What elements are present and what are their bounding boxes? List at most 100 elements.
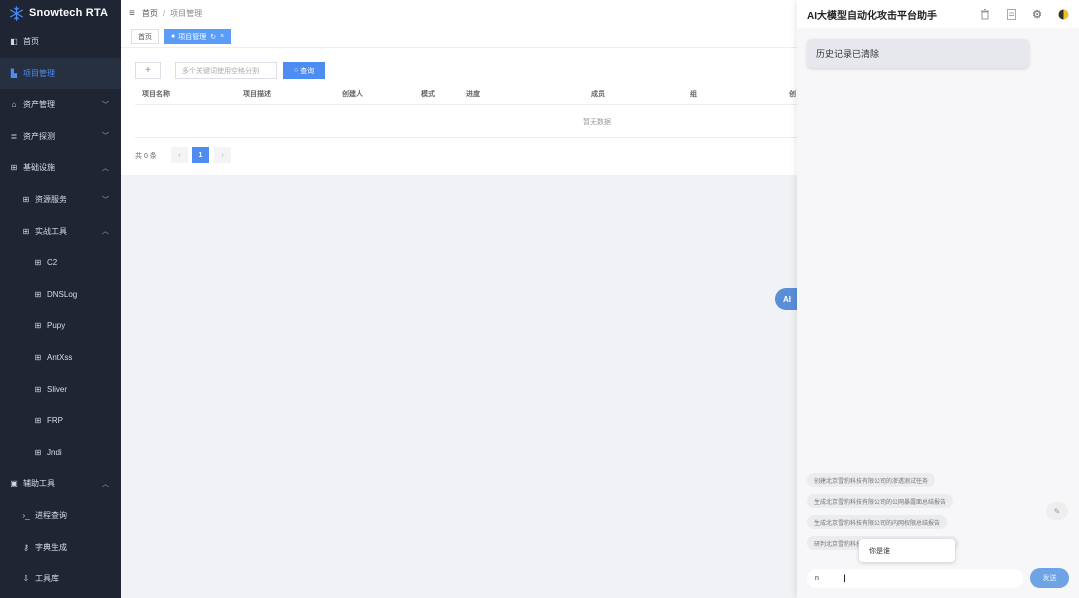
pagination-prev-button[interactable]: ‹ <box>171 147 188 163</box>
suggestion-chip[interactable]: 生成北京雪豹科技有限公司的内网权限总结报告 <box>807 515 948 529</box>
breadcrumb-home[interactable]: 首页 <box>142 8 158 19</box>
sidebar-item[interactable]: ⇩ 工具库 <box>0 563 121 594</box>
sidebar-item-label: DNSLog <box>47 289 78 299</box>
grid-icon: ⊞ <box>34 289 42 299</box>
table-header-divider <box>135 104 797 105</box>
sidebar-item[interactable]: ⊞ 资源服务 ﹀ <box>0 184 121 215</box>
sidebar-item-label: C2 <box>47 258 58 268</box>
sidebar-item-label: 基础设施 <box>23 163 55 173</box>
add-project-button[interactable]: + <box>135 62 161 79</box>
pagination-page-1[interactable]: 1 <box>192 147 209 163</box>
bank-icon: ⌂ <box>11 100 17 110</box>
grid-icon: ⊞ <box>34 321 42 331</box>
sidebar-item-label: Pupy <box>47 321 66 331</box>
brand[interactable]: Snowtech RTA <box>0 0 121 26</box>
grid-icon: ⊞ <box>34 416 42 426</box>
query-button[interactable]: ○ 查询 <box>283 62 325 79</box>
gear-icon[interactable]: ⚙ <box>1031 8 1043 21</box>
sidebar-item[interactable]: ⊞ Jndi <box>0 437 121 468</box>
sidebar-item[interactable]: ⊞ FRP <box>0 405 121 436</box>
breadcrumb-separator: / <box>162 8 166 18</box>
chevron-up-icon: ︿ <box>102 480 109 488</box>
sidebar-item-label: Sliver <box>47 384 68 394</box>
search-input[interactable]: 多个关键词使用空格分割 <box>175 62 277 79</box>
chat-input[interactable]: n I <box>807 569 1023 588</box>
sidebar-item-label: 资产管理 <box>23 100 55 110</box>
sidebar-item[interactable]: ⌂ 资产管理 ﹀ <box>0 89 121 120</box>
chevron-down-icon: ﹀ <box>102 101 109 109</box>
tab-project-management[interactable]: ● 项目管理 ↻ × <box>164 29 232 44</box>
chat-input-value: n <box>815 575 819 582</box>
grid-icon: ⊞ <box>34 353 42 362</box>
grid-icon: ⊞ <box>22 226 30 236</box>
sidebar-item[interactable]: ≣ 资产探测 ﹀ <box>0 121 121 152</box>
sidebar-item[interactable]: ⊞ 基础设施 ︿ <box>0 152 121 183</box>
column-header-creator: 创建人 <box>342 91 363 98</box>
sidebar-item-label: 首页 <box>23 37 39 46</box>
theme-toggle-icon[interactable] <box>1057 8 1069 20</box>
column-header-created: 创 <box>789 91 796 98</box>
tab-home-label: 首页 <box>138 33 152 41</box>
chevron-down-icon: ﹀ <box>102 133 109 141</box>
sidebar-item[interactable]: ⊞ Sliver <box>0 374 121 405</box>
text-cursor-icon: I <box>843 572 847 585</box>
sidebar-item-label: FRP <box>47 416 63 426</box>
tab-home[interactable]: 首页 <box>131 29 159 44</box>
sidebar: Snowtech RTA ◧ 首页 ▙ 项目管理 ⌂ 资产管理 ﹀ ≣ 资产探测 ﹀ ⊞ 基础设施 ︿ ⊞… <box>0 0 121 598</box>
search-icon: ○ <box>293 67 299 74</box>
sidebar-item-label: 工具库 <box>35 574 59 584</box>
suggestion-chip[interactable]: 生成北京雪豹科技有限公司的公网暴露面总结报告 <box>807 494 954 508</box>
table-bottom-divider <box>135 137 797 138</box>
close-icon[interactable]: × <box>220 33 224 40</box>
sidebar-item[interactable]: ⊞ DNSLog <box>0 279 121 310</box>
query-button-label: 查询 <box>300 67 315 75</box>
dashboard-icon: ◧ <box>10 37 18 46</box>
column-header-group: 组 <box>690 91 697 98</box>
sidebar-item[interactable]: ⊞ C2 <box>0 247 121 278</box>
sidebar-item[interactable]: ⚷ 字典生成 <box>0 532 121 563</box>
brand-name: Snowtech RTA <box>29 7 109 19</box>
trash-icon[interactable] <box>979 8 991 20</box>
server-icon: ≣ <box>10 131 18 141</box>
grid-icon: ⊞ <box>22 195 30 204</box>
sidebar-item-label: 资源服务 <box>35 195 67 204</box>
pagination-next-button[interactable]: › <box>214 147 231 163</box>
table-empty-text: 暂无数据 <box>583 119 611 126</box>
sidebar-item[interactable]: ▣ 辅助工具 ︿ <box>0 468 121 499</box>
snowflake-icon <box>10 5 23 21</box>
sidebar-item-label: 辅助工具 <box>23 479 55 489</box>
menu-toggle-icon[interactable]: ≡ <box>129 8 135 19</box>
terminal-icon: ›_ <box>22 511 30 520</box>
sidebar-item[interactable]: ⊞ AntXss <box>0 342 121 373</box>
column-header-members: 成员 <box>591 91 605 98</box>
sidebar-item-label: 项目管理 <box>23 68 55 78</box>
sidebar-item[interactable]: ▙ 项目管理 <box>0 57 121 89</box>
suggestion-chip[interactable]: 创建北京雪豹科技有限公司的渗透测试任务 <box>807 473 936 487</box>
grid-icon: ⊞ <box>34 384 42 394</box>
tab-project-management-label: 项目管理 <box>178 33 207 41</box>
column-header-progress: 进度 <box>466 91 480 98</box>
ai-assistant-toggle[interactable]: AI <box>775 288 799 310</box>
refresh-icon[interactable]: ↻ <box>210 33 216 41</box>
sidebar-item[interactable]: ›_ 进程查询 <box>0 500 121 531</box>
column-header-mode: 模式 <box>421 91 435 98</box>
assistant-message: 历史记录已清除 <box>807 39 1029 68</box>
toolbox-icon: ▣ <box>10 479 18 489</box>
pencil-icon[interactable]: ✎ <box>1046 502 1068 520</box>
sidebar-item-label: 资产探测 <box>23 131 55 141</box>
input-suggestion-tooltip[interactable]: 你是谁 <box>859 539 955 562</box>
ai-assistant-panel: AI大模型自动化攻击平台助手 ⚙ 历史记录已清除 创建北京雪豹科技有限公司的渗透… <box>797 0 1079 598</box>
sidebar-item[interactable]: ◧ 首页 <box>0 26 121 57</box>
sidebar-item[interactable]: ⊞ 实战工具 ︿ <box>0 216 121 247</box>
sidebar-item[interactable]: ⊞ Pupy <box>0 310 121 341</box>
assistant-title: AI大模型自动化攻击平台助手 <box>807 10 937 22</box>
breadcrumb-current: 项目管理 <box>170 8 203 18</box>
tab-dot-icon: ● <box>171 33 176 40</box>
sidebar-item-label: 进程查询 <box>35 511 67 520</box>
grid-icon: ⊞ <box>34 258 42 268</box>
sidebar-item-label: 实战工具 <box>35 226 67 236</box>
document-icon[interactable] <box>1005 8 1017 20</box>
tabs-bar: 首页 ● 项目管理 ↻ × <box>121 26 797 48</box>
download-icon: ⇩ <box>22 574 30 584</box>
send-button[interactable]: 发送 <box>1030 568 1069 588</box>
